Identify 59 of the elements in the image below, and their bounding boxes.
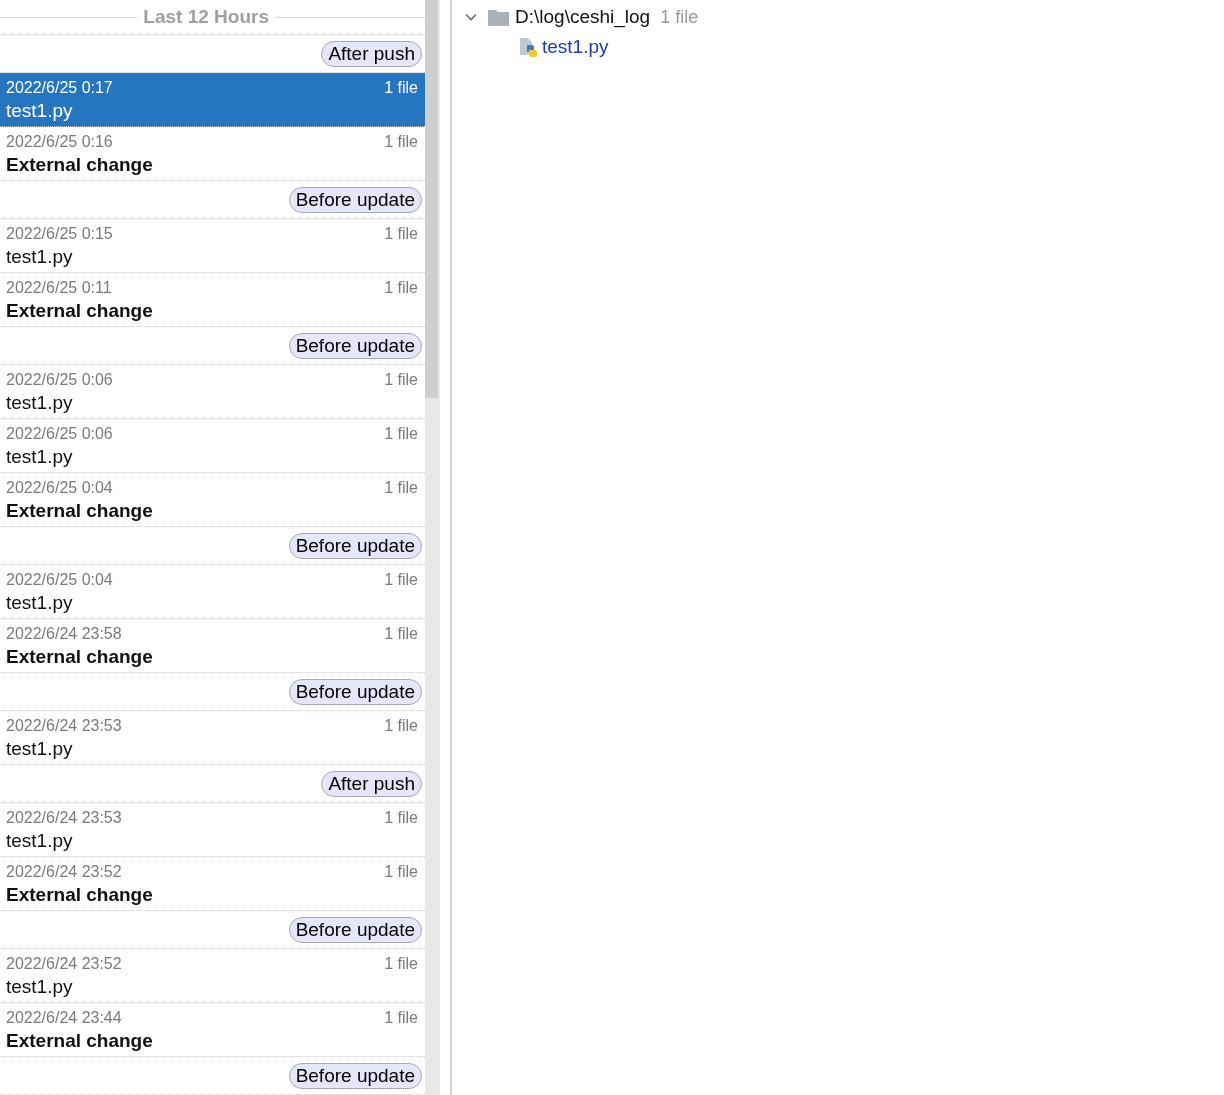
- revision-title: test1.py: [6, 99, 74, 123]
- scrollbar-thumb[interactable]: [425, 0, 438, 398]
- revision-title: test1.py: [6, 591, 74, 615]
- file-count: 1 file: [384, 954, 418, 974]
- file-count: 1 file: [384, 78, 418, 98]
- revision-title: test1.py: [6, 445, 74, 469]
- file-count: 1 file: [384, 224, 418, 244]
- revision-time: 2022/6/25 0:17: [6, 78, 113, 98]
- folder-name[interactable]: D:\log\ceshi_log: [515, 6, 651, 28]
- file-count: 1 file: [384, 716, 418, 736]
- revision-time: 2022/6/25 0:11: [6, 278, 112, 298]
- file-count: 1 file: [384, 808, 418, 828]
- revision-time: 2022/6/24 23:52: [6, 862, 122, 882]
- revision-time: 2022/6/25 0:16: [6, 132, 113, 152]
- scrollbar[interactable]: [425, 0, 440, 1095]
- revision-label-tag: After push: [321, 770, 422, 797]
- revision-title: External change: [6, 883, 154, 907]
- revision-label-tag: Before update: [288, 916, 422, 943]
- group-title: Last 12 Hours: [142, 6, 270, 28]
- revision-time: 2022/6/24 23:44: [6, 1008, 122, 1028]
- revision-label-tag: After push: [321, 40, 422, 67]
- file-count: 1 file: [384, 478, 418, 498]
- revision-title: External change: [6, 645, 154, 669]
- revision-title: External change: [6, 499, 154, 523]
- file-count: 1 file: [384, 278, 418, 298]
- file-count: 1 file: [384, 570, 418, 590]
- revision-title: External change: [6, 1029, 154, 1053]
- revision-label-tag: Before update: [288, 532, 422, 559]
- python-file-icon: [518, 36, 538, 58]
- folder-icon: [488, 8, 509, 26]
- revision-time: 2022/6/24 23:58: [6, 624, 122, 644]
- file-count: 1 file: [660, 6, 699, 28]
- file-count: 1 file: [384, 1008, 418, 1028]
- file-count: 1 file: [384, 624, 418, 644]
- file-count: 1 file: [384, 862, 418, 882]
- revision-label-tag: Before update: [288, 332, 422, 359]
- revision-label-tag: Before update: [288, 186, 422, 213]
- revision-title: test1.py: [6, 737, 74, 761]
- revision-title: External change: [6, 299, 154, 323]
- revision-time: 2022/6/24 23:52: [6, 954, 122, 974]
- file-count: 1 file: [384, 132, 418, 152]
- revision-time: 2022/6/24 23:53: [6, 808, 122, 828]
- revision-time: 2022/6/25 0:06: [6, 424, 113, 444]
- revision-title: test1.py: [6, 829, 74, 853]
- revision-time: 2022/6/25 0:06: [6, 370, 113, 390]
- revision-title: test1.py: [6, 245, 74, 269]
- revision-label-tag: Before update: [288, 1062, 422, 1089]
- revision-title: test1.py: [6, 391, 74, 415]
- file-count: 1 file: [384, 424, 418, 444]
- file-count: 1 file: [384, 370, 418, 390]
- file-name[interactable]: test1.py: [542, 36, 609, 58]
- revision-label-tag: Before update: [288, 678, 422, 705]
- revision-time: 2022/6/25 0:04: [6, 478, 113, 498]
- revision-title: test1.py: [6, 975, 74, 999]
- revision-title: External change: [6, 153, 154, 177]
- history-row[interactable]: 2022/6/25 0:17 1 file test1.py: [0, 73, 425, 127]
- revision-time: 2022/6/25 0:15: [6, 224, 113, 244]
- revision-time: 2022/6/25 0:04: [6, 570, 113, 590]
- revision-time: 2022/6/24 23:53: [6, 716, 122, 736]
